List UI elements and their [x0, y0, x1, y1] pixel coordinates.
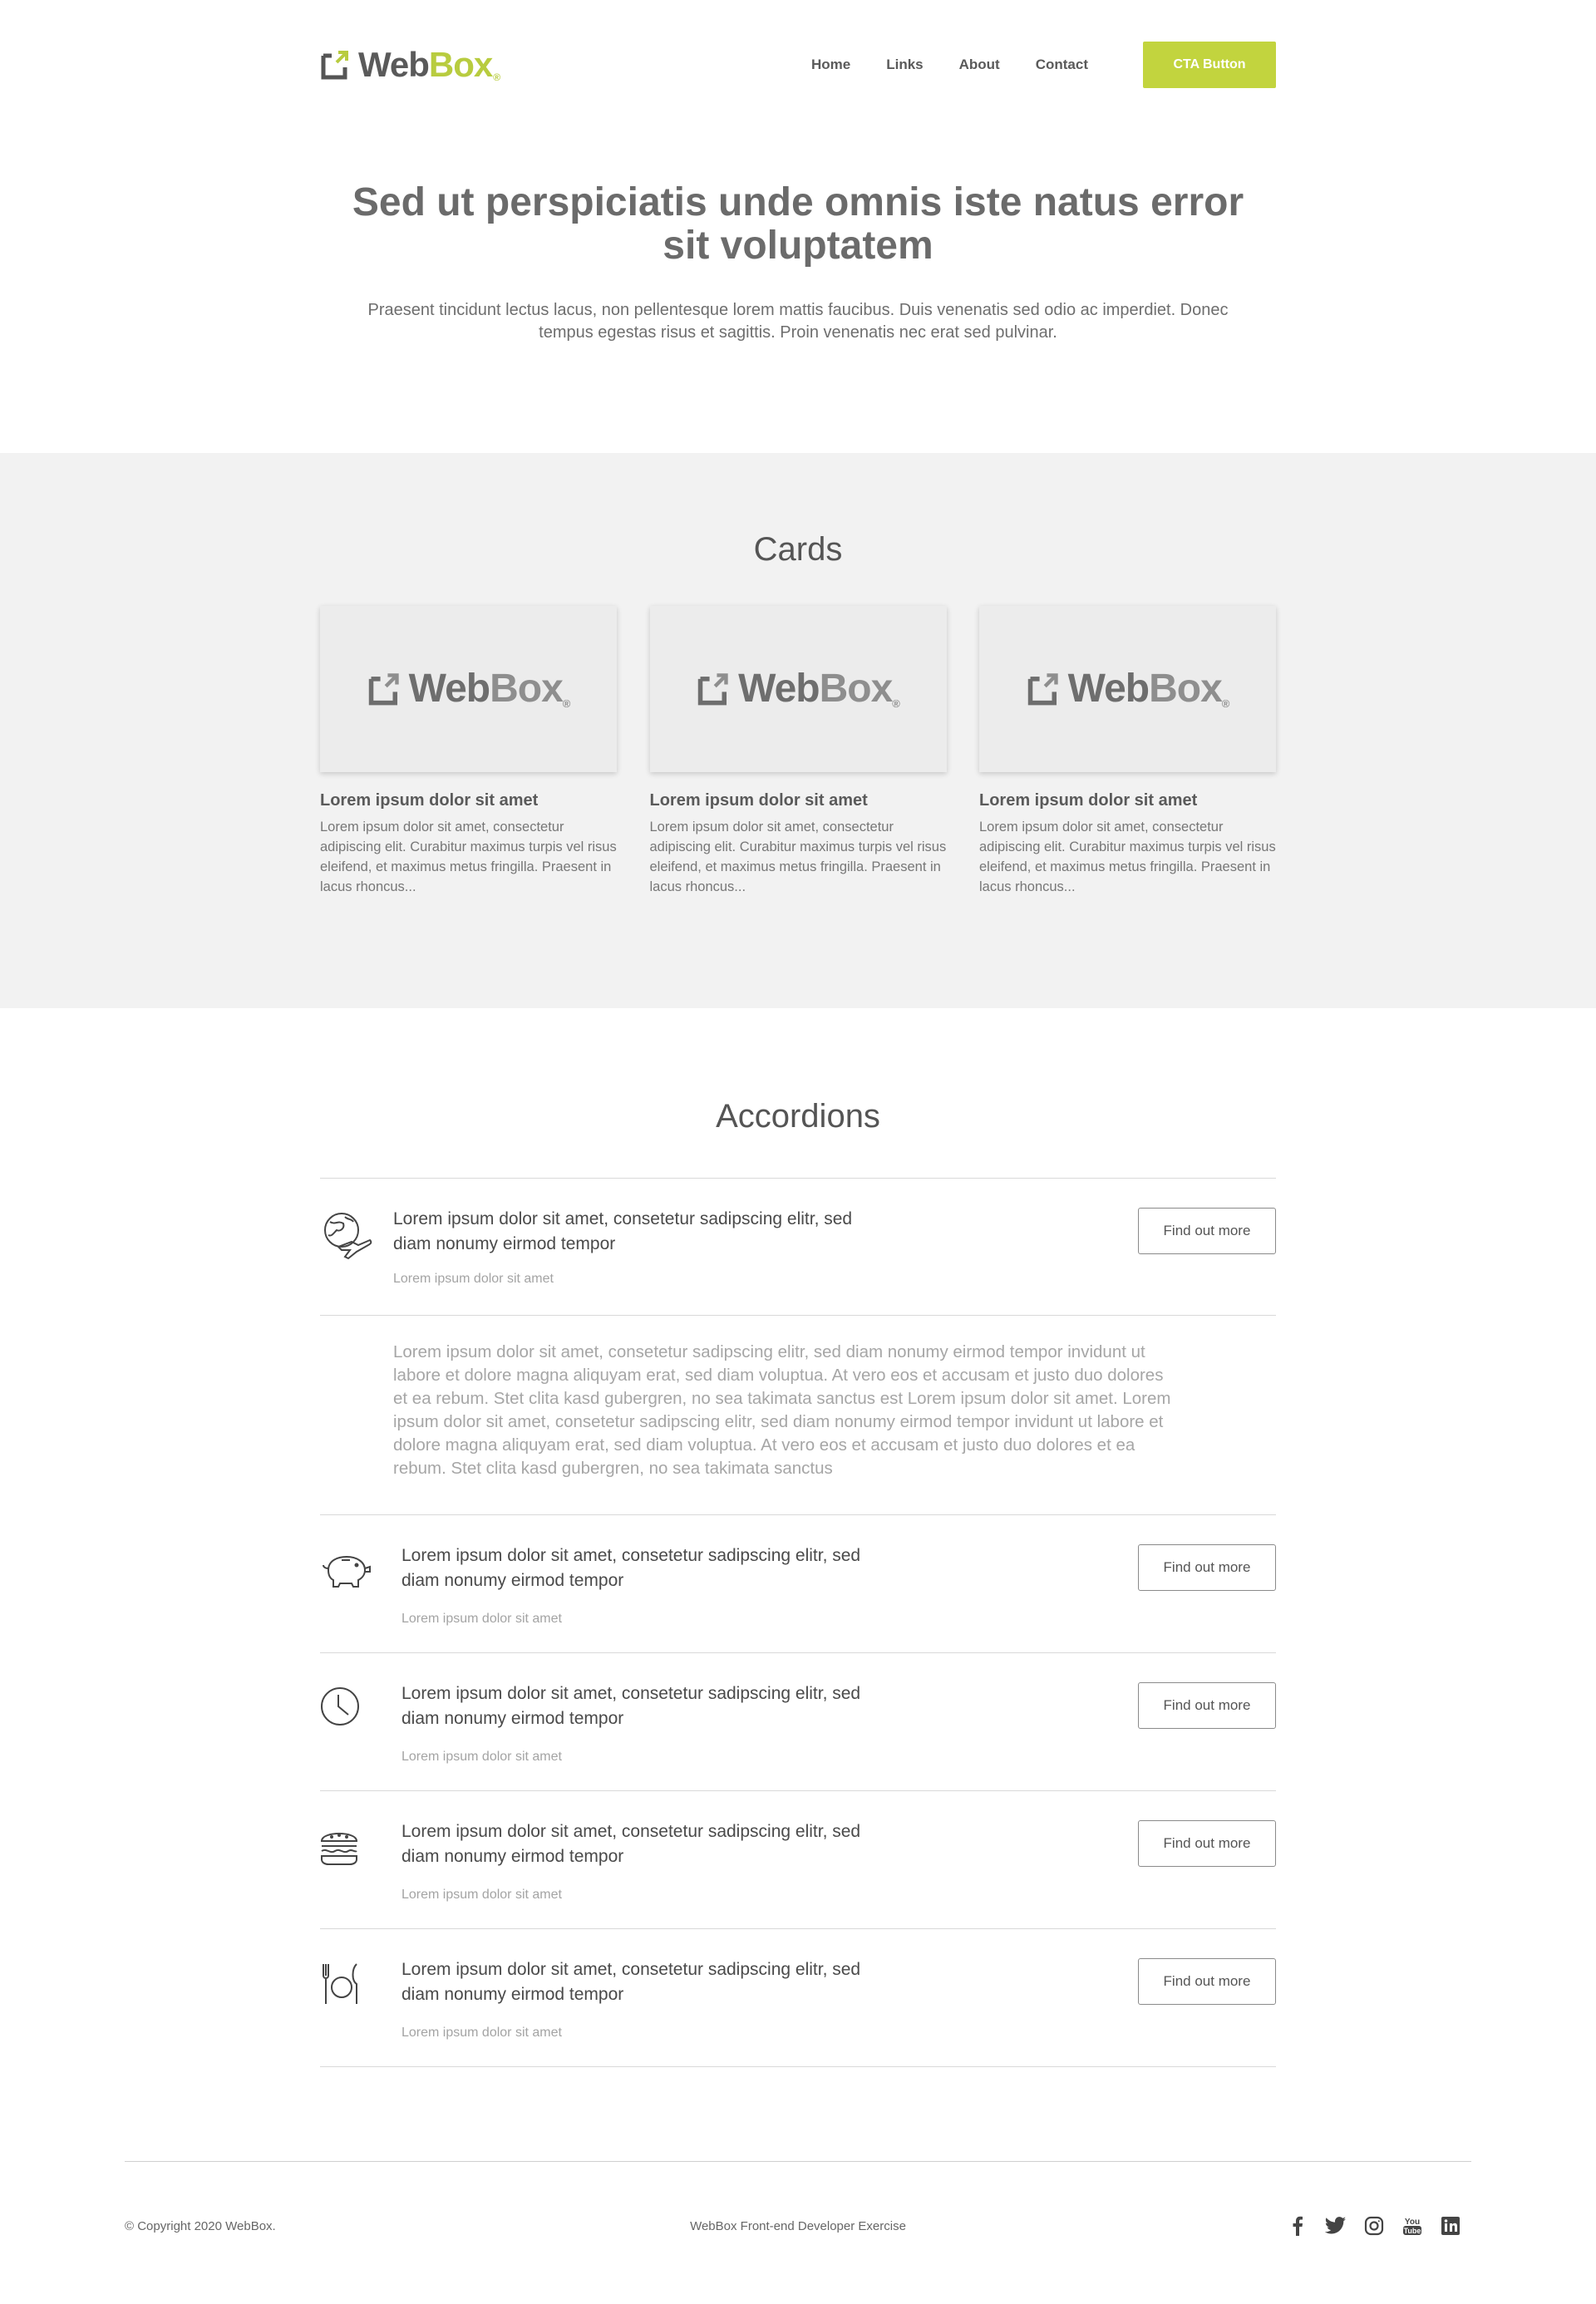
- webbox-logo-icon: [1027, 673, 1058, 706]
- logo-text-web: Web: [358, 45, 430, 84]
- instagram-icon[interactable]: [1363, 2215, 1385, 2237]
- accordion-item-header[interactable]: Lorem ipsum dolor sit amet, consetetur s…: [320, 1929, 1276, 2067]
- card-image: WebBox®: [320, 606, 617, 772]
- footer-center-text: WebBox Front-end Developer Exercise: [690, 2219, 906, 2233]
- twitter-icon[interactable]: [1325, 2215, 1347, 2237]
- accordion-subtitle: Lorem ipsum dolor sit amet: [393, 1272, 554, 1286]
- card-logo-text-box: Box: [819, 667, 894, 711]
- nav-links-link[interactable]: Links: [886, 57, 923, 73]
- cta-button[interactable]: CTA Button: [1143, 42, 1276, 88]
- find-out-more-button[interactable]: Find out more: [1138, 1682, 1276, 1729]
- hero-text: Praesent tincidunt lectus lacus, non pel…: [367, 301, 1229, 342]
- card-logo-reg-mark: ®: [1221, 697, 1230, 710]
- card-title: Lorem ipsum dolor sit amet: [320, 791, 539, 810]
- accordion-list: Lorem ipsum dolor sit amet, consetetur s…: [320, 1178, 1276, 2067]
- accordion-item-header[interactable]: Lorem ipsum dolor sit amet, consetetur s…: [320, 1791, 1276, 1929]
- accordion-item-header[interactable]: Lorem ipsum dolor sit amet, consetetur s…: [320, 1653, 1276, 1791]
- accordion-title: Lorem ipsum dolor sit amet, consetetur s…: [401, 1546, 861, 1590]
- logo-text-box: Box: [428, 45, 493, 84]
- find-out-more-button[interactable]: Find out more: [1138, 1820, 1276, 1867]
- svg-text:Tube: Tube: [1404, 2227, 1421, 2235]
- logo-wordmark: WebBox®: [358, 45, 500, 84]
- find-out-more-button[interactable]: Find out more: [1138, 1208, 1276, 1254]
- youtube-icon[interactable]: You Tube: [1401, 2215, 1423, 2237]
- logo-reg-mark: ®: [493, 71, 500, 83]
- accordion-title: Lorem ipsum dolor sit amet, consetetur s…: [401, 1822, 861, 1866]
- accordion-panel-text: Lorem ipsum dolor sit amet, consetetur s…: [393, 1342, 1171, 1478]
- card[interactable]: WebBox® Lorem ipsum dolor sit amet Lorem…: [979, 606, 1276, 897]
- card-text: Lorem ipsum dolor sit amet, consectetur …: [320, 820, 617, 894]
- card-logo-text-box: Box: [490, 667, 564, 711]
- site-footer: © Copyright 2020 WebBox. WebBox Front-en…: [125, 2161, 1471, 2304]
- card-logo-wordmark: WebBox®: [1067, 667, 1230, 711]
- burger-icon: [320, 1833, 358, 1865]
- accordion-subtitle: Lorem ipsum dolor sit amet: [401, 1750, 562, 1764]
- card-text: Lorem ipsum dolor sit amet, consectetur …: [979, 820, 1276, 894]
- cutlery-icon: [323, 1963, 357, 2004]
- clock-icon: [321, 1687, 359, 1726]
- hero-section: Sed ut perspiciatis unde omnis iste natu…: [0, 125, 1596, 453]
- card-title: Lorem ipsum dolor sit amet: [649, 791, 868, 810]
- accordion-title: Lorem ipsum dolor sit amet, consetetur s…: [401, 1684, 861, 1728]
- find-out-more-button[interactable]: Find out more: [1138, 1958, 1276, 2005]
- accordion-subtitle: Lorem ipsum dolor sit amet: [401, 1888, 562, 1902]
- card-text: Lorem ipsum dolor sit amet, consectetur …: [649, 820, 947, 894]
- linkedin-icon[interactable]: [1440, 2215, 1461, 2237]
- accordion-panel: Lorem ipsum dolor sit amet, consetetur s…: [320, 1316, 1276, 1515]
- cards-section-title: Cards: [753, 531, 843, 568]
- hero-title: Sed ut perspiciatis unde omnis iste natu…: [352, 180, 1244, 268]
- cards-section: Cards WebBox® Lorem ipsum dolor sit amet…: [0, 453, 1596, 1008]
- accordions-section: Accordions Lorem ipsum dolor sit amet, c…: [0, 1008, 1596, 2161]
- webbox-logo-icon: [321, 51, 348, 80]
- nav-home-link[interactable]: Home: [811, 57, 850, 73]
- accordion-item-header[interactable]: Lorem ipsum dolor sit amet, consetetur s…: [320, 1515, 1276, 1653]
- card-logo-reg-mark: ®: [892, 697, 900, 710]
- card-logo-text-box: Box: [1149, 667, 1223, 711]
- main-nav: Home Links About Contact CTA Button: [811, 42, 1276, 88]
- card-logo-text-web: Web: [1067, 667, 1150, 711]
- webbox-logo-icon: [368, 673, 399, 706]
- find-out-more-button[interactable]: Find out more: [1138, 1544, 1276, 1591]
- accordions-section-title: Accordions: [716, 1098, 880, 1135]
- accordion-subtitle: Lorem ipsum dolor sit amet: [401, 1612, 562, 1626]
- card[interactable]: WebBox® Lorem ipsum dolor sit amet Lorem…: [649, 606, 947, 897]
- nav-contact-link[interactable]: Contact: [1036, 57, 1088, 73]
- accordion-subtitle: Lorem ipsum dolor sit amet: [401, 2026, 562, 2040]
- svg-text:You: You: [1405, 2218, 1420, 2227]
- card[interactable]: WebBox® Lorem ipsum dolor sit amet Lorem…: [320, 606, 617, 897]
- piggy-bank-icon: [323, 1555, 371, 1588]
- accordion-item-header[interactable]: Lorem ipsum dolor sit amet, consetetur s…: [320, 1179, 1276, 1316]
- accordion-title: Lorem ipsum dolor sit amet, consetetur s…: [401, 1960, 861, 2004]
- accordion-title: Lorem ipsum dolor sit amet, consetetur s…: [393, 1209, 853, 1253]
- nav-about-link[interactable]: About: [959, 57, 1000, 73]
- card-logo-wordmark: WebBox®: [408, 667, 571, 711]
- cards-grid: WebBox® Lorem ipsum dolor sit amet Lorem…: [320, 606, 1276, 897]
- card-logo-text-web: Web: [408, 667, 490, 711]
- card-image: WebBox®: [979, 606, 1276, 772]
- social-links: You Tube: [1287, 2215, 1461, 2237]
- card-logo-wordmark: WebBox®: [738, 667, 900, 711]
- card-title: Lorem ipsum dolor sit amet: [979, 791, 1198, 810]
- globe-plane-icon: [324, 1213, 372, 1260]
- card-logo-reg-mark: ®: [562, 697, 571, 710]
- card-logo-text-web: Web: [738, 667, 820, 711]
- site-header: WebBox® Home Links About Contact CTA But…: [0, 0, 1596, 125]
- facebook-icon[interactable]: [1287, 2215, 1308, 2237]
- webbox-logo-icon: [697, 673, 728, 706]
- card-image: WebBox®: [649, 606, 947, 772]
- logo[interactable]: WebBox®: [320, 47, 500, 82]
- copyright-text: © Copyright 2020 WebBox.: [125, 2219, 276, 2233]
